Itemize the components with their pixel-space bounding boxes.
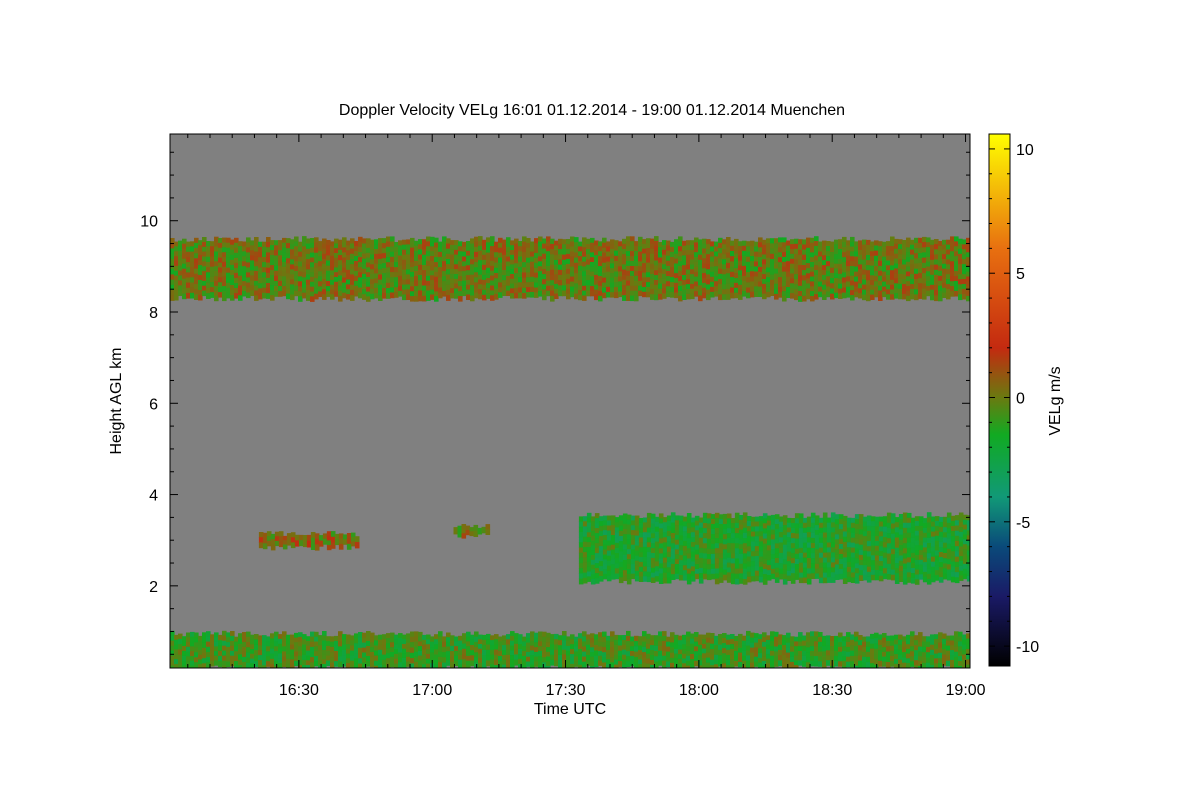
- y-tick-label: 6: [149, 396, 158, 413]
- colorbar-tick-label: -10: [1016, 639, 1039, 656]
- y-tick-label: 4: [149, 488, 158, 505]
- x-axis-label: Time UTC: [534, 701, 606, 718]
- colorbar-tick-label: -5: [1016, 515, 1030, 532]
- x-tick-label: 17:00: [412, 682, 452, 699]
- doppler-velocity-chart: Doppler Velocity VELg 16:01 01.12.2014 -…: [108, 102, 1064, 718]
- x-tick-label: 18:00: [679, 682, 719, 699]
- y-tick-label: 2: [149, 579, 158, 596]
- colorbar-tick-label: 0: [1016, 391, 1025, 408]
- x-tick-label: 17:30: [546, 682, 586, 699]
- layer-cirrus-layer: [170, 236, 970, 302]
- colorbar-tick-label: 5: [1016, 266, 1025, 283]
- layer-mid-level-cloud: [578, 512, 970, 585]
- chart-title: Doppler Velocity VELg 16:01 01.12.2014 -…: [339, 102, 845, 119]
- x-tick-label: 16:30: [279, 682, 319, 699]
- plot-background: [170, 134, 970, 668]
- y-tick-label: 8: [149, 305, 158, 322]
- colorbar: [988, 133, 1011, 667]
- layer-surface-layer: [170, 630, 970, 668]
- x-tick-label: 18:30: [812, 682, 852, 699]
- y-axis-label: Height AGL km: [108, 347, 125, 454]
- colorbar-tick-label: 10: [1016, 142, 1034, 159]
- x-tick-label: 19:00: [946, 682, 986, 699]
- y-tick-label: 10: [140, 214, 158, 231]
- colorbar-label: VELg m/s: [1047, 366, 1064, 435]
